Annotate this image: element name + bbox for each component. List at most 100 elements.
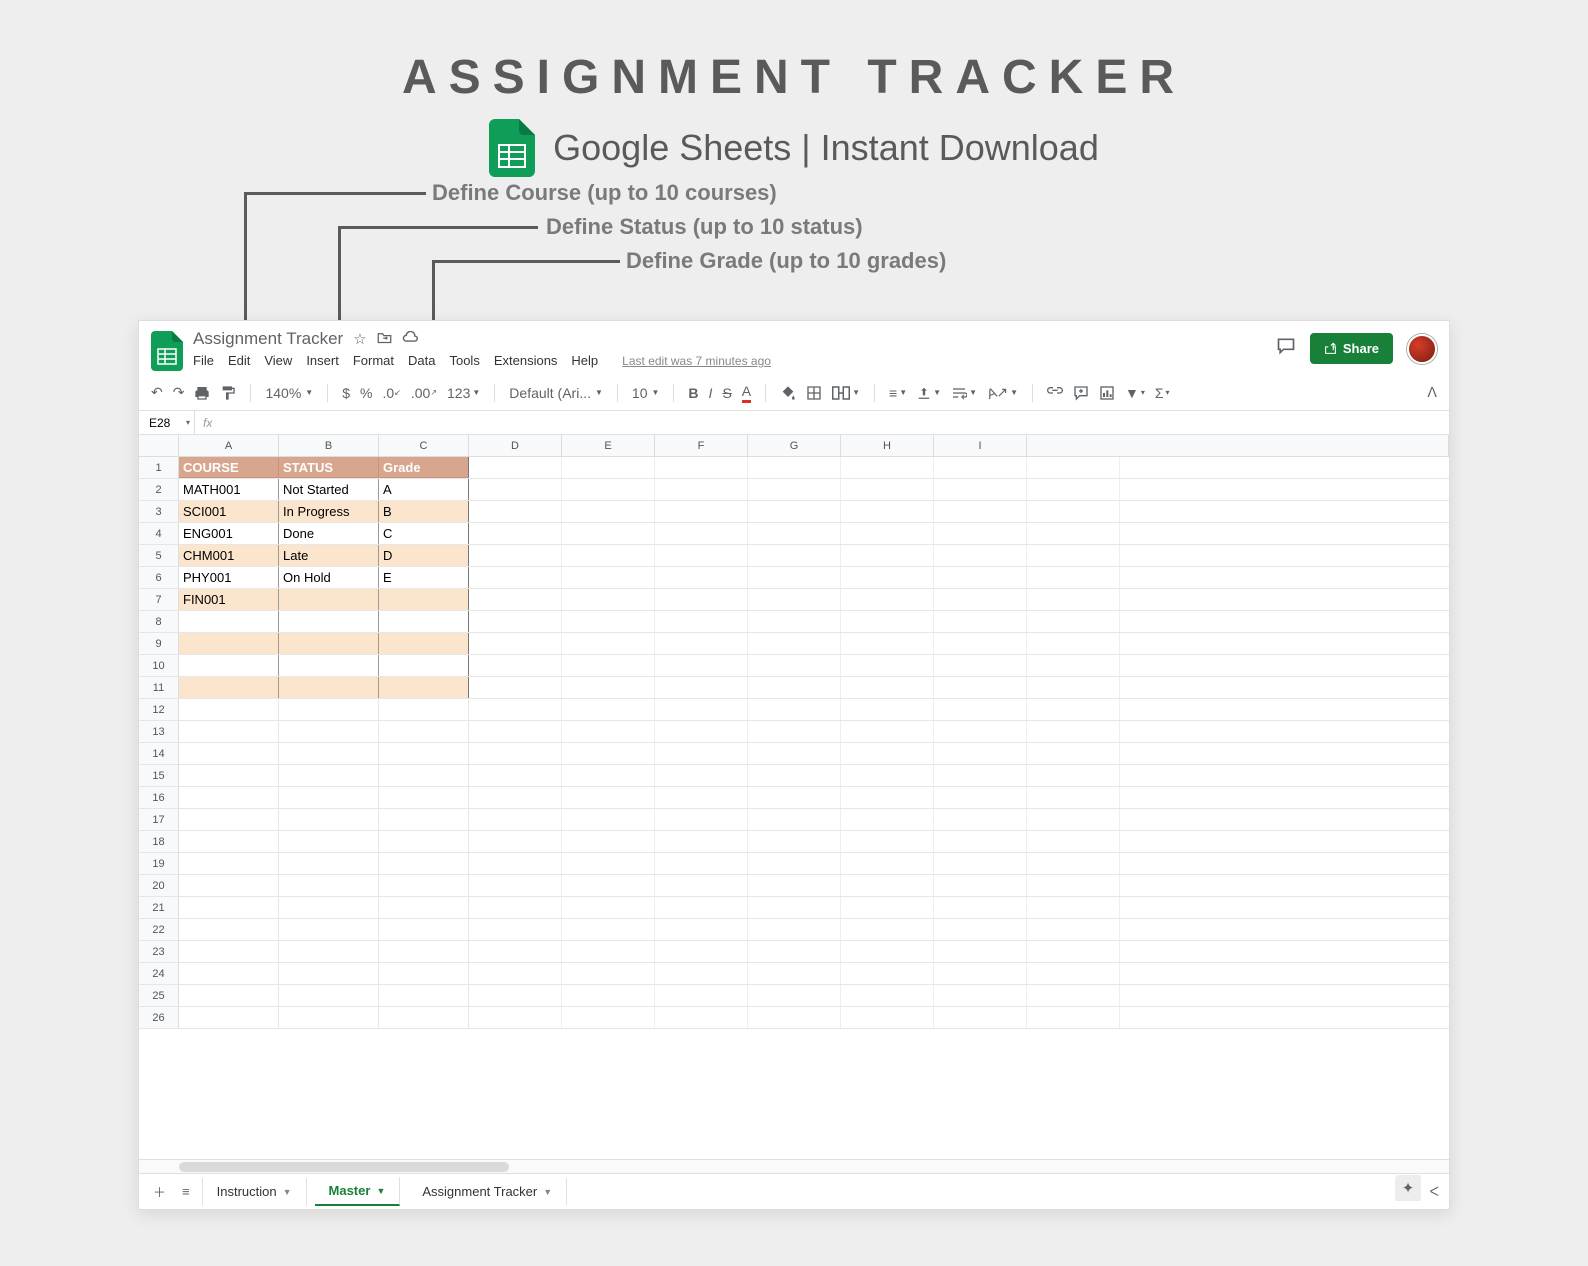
cell[interactable]: In Progress: [279, 501, 379, 522]
cell[interactable]: [469, 919, 562, 940]
cell[interactable]: [655, 611, 748, 632]
cell[interactable]: [562, 831, 655, 852]
cell[interactable]: [469, 787, 562, 808]
cell[interactable]: [655, 963, 748, 984]
cell[interactable]: [1027, 567, 1120, 588]
cell[interactable]: [934, 721, 1027, 742]
add-sheet-icon[interactable]: ＋: [149, 1178, 170, 1205]
row-header[interactable]: 7: [139, 589, 179, 610]
cell[interactable]: [1027, 655, 1120, 676]
cell[interactable]: [469, 677, 562, 698]
cell[interactable]: [934, 765, 1027, 786]
cell[interactable]: [1027, 919, 1120, 940]
cell[interactable]: [1027, 787, 1120, 808]
cell[interactable]: [1027, 589, 1120, 610]
cell[interactable]: [748, 897, 841, 918]
increase-decimal-icon[interactable]: .00↗: [411, 385, 437, 401]
cell[interactable]: [841, 743, 934, 764]
cell[interactable]: [379, 743, 469, 764]
cell[interactable]: [934, 743, 1027, 764]
cell[interactable]: [1027, 1007, 1120, 1028]
cell[interactable]: [748, 677, 841, 698]
cell[interactable]: [179, 875, 279, 896]
cell[interactable]: [934, 501, 1027, 522]
sheet-tab-master[interactable]: Master▼: [315, 1177, 401, 1206]
cell[interactable]: [279, 853, 379, 874]
cell[interactable]: [179, 743, 279, 764]
cell[interactable]: [655, 589, 748, 610]
cell[interactable]: [655, 523, 748, 544]
cell[interactable]: [179, 765, 279, 786]
cell[interactable]: [655, 633, 748, 654]
row-header[interactable]: 11: [139, 677, 179, 698]
cell[interactable]: [655, 1007, 748, 1028]
cell[interactable]: [562, 765, 655, 786]
menu-help[interactable]: Help: [571, 353, 598, 368]
italic-icon[interactable]: I: [709, 385, 713, 401]
cell[interactable]: COURSE: [179, 457, 279, 478]
cell[interactable]: A: [379, 479, 469, 500]
cell[interactable]: [1027, 743, 1120, 764]
row-header[interactable]: 21: [139, 897, 179, 918]
name-box[interactable]: E28: [139, 411, 195, 434]
cell[interactable]: [179, 853, 279, 874]
cell[interactable]: [562, 853, 655, 874]
row-header[interactable]: 23: [139, 941, 179, 962]
cell[interactable]: [1027, 809, 1120, 830]
cell[interactable]: [469, 611, 562, 632]
cell[interactable]: [748, 721, 841, 742]
cell[interactable]: [748, 765, 841, 786]
row-header[interactable]: 16: [139, 787, 179, 808]
menu-format[interactable]: Format: [353, 353, 394, 368]
cell[interactable]: [379, 1007, 469, 1028]
cell[interactable]: [179, 787, 279, 808]
doc-title[interactable]: Assignment Tracker: [193, 329, 343, 349]
merge-cells-icon[interactable]: ▼: [832, 386, 860, 400]
cell[interactable]: [748, 919, 841, 940]
cell[interactable]: [179, 985, 279, 1006]
cloud-status-icon[interactable]: [402, 331, 419, 348]
col-header-rest[interactable]: [1027, 435, 1449, 456]
cell[interactable]: [469, 941, 562, 962]
row-header[interactable]: 14: [139, 743, 179, 764]
cell[interactable]: [841, 611, 934, 632]
cell[interactable]: [841, 831, 934, 852]
cell[interactable]: [562, 699, 655, 720]
cell[interactable]: [279, 809, 379, 830]
cell[interactable]: [562, 721, 655, 742]
cell[interactable]: [469, 743, 562, 764]
spreadsheet-grid[interactable]: A B C D E F G H I 1COURSESTATUSGrade2MAT…: [139, 435, 1449, 1173]
cell[interactable]: C: [379, 523, 469, 544]
cell[interactable]: [748, 985, 841, 1006]
cell[interactable]: [179, 655, 279, 676]
cell[interactable]: [841, 677, 934, 698]
insert-comment-icon[interactable]: [1073, 385, 1089, 401]
strikethrough-icon[interactable]: S: [722, 385, 731, 401]
row-header[interactable]: 8: [139, 611, 179, 632]
cell[interactable]: [655, 941, 748, 962]
last-edit-link[interactable]: Last edit was 7 minutes ago: [622, 354, 771, 368]
collapse-toolbar-icon[interactable]: ᐱ: [1427, 384, 1437, 401]
text-color-icon[interactable]: A: [742, 383, 751, 403]
cell[interactable]: [279, 941, 379, 962]
cell[interactable]: [1027, 721, 1120, 742]
redo-icon[interactable]: ↷: [173, 384, 185, 401]
cell[interactable]: [1027, 611, 1120, 632]
cell[interactable]: [934, 831, 1027, 852]
cell[interactable]: [562, 963, 655, 984]
menu-insert[interactable]: Insert: [306, 353, 339, 368]
cell[interactable]: [841, 985, 934, 1006]
cell[interactable]: [1027, 677, 1120, 698]
cell[interactable]: [841, 479, 934, 500]
cell[interactable]: [179, 1007, 279, 1028]
cell[interactable]: [469, 545, 562, 566]
cell[interactable]: [279, 963, 379, 984]
cell[interactable]: [655, 853, 748, 874]
cell[interactable]: [379, 985, 469, 1006]
cell[interactable]: [469, 633, 562, 654]
row-header[interactable]: 3: [139, 501, 179, 522]
cell[interactable]: [655, 567, 748, 588]
cell[interactable]: [748, 655, 841, 676]
cell[interactable]: FIN001: [179, 589, 279, 610]
bold-icon[interactable]: B: [688, 385, 698, 401]
